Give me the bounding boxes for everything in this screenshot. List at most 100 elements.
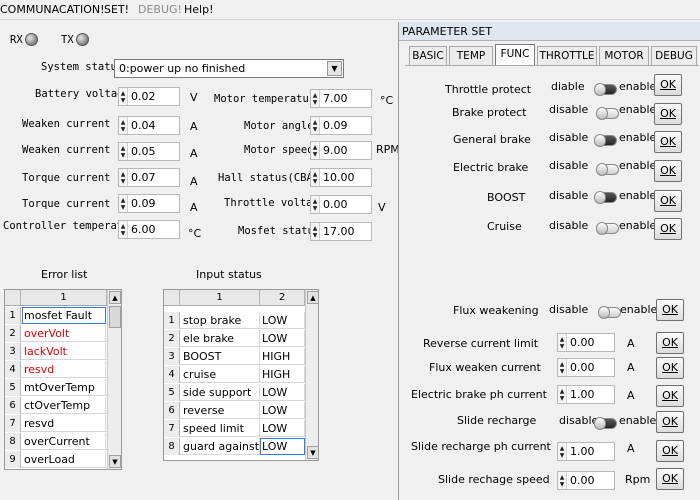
spin-arrows-icon[interactable]: ▲ ▼ xyxy=(311,196,320,213)
slide-recharge-toggle[interactable] xyxy=(594,417,617,430)
spin-arrows-icon[interactable]: ▲ ▼ xyxy=(558,334,567,351)
error-list-scrollbar[interactable]: ▲ ▼ xyxy=(107,290,121,469)
table-row[interactable]: 6 reverse LOW xyxy=(164,402,305,419)
electric-brake-toggle[interactable] xyxy=(596,163,619,176)
table-row[interactable]: 4 resvd xyxy=(5,361,107,378)
reverse-current-limit-field[interactable]: ▲ ▼ 0.00 xyxy=(557,333,615,352)
slide-recharge-ok-button[interactable]: OK xyxy=(656,411,684,433)
boost-ok-button[interactable]: OK xyxy=(654,190,682,212)
weaken-current-fdk-field[interactable]: ▲ ▼ 0.05 xyxy=(118,142,180,161)
input-name-cell[interactable]: guard against xyxy=(181,438,260,455)
input-name-cell[interactable]: ele brake xyxy=(181,330,260,347)
spin-arrows-icon[interactable]: ▲ ▼ xyxy=(119,88,128,105)
table-row[interactable]: 2 ele brake LOW xyxy=(164,330,305,347)
slide-recharge-ph-current-ok-button[interactable]: OK xyxy=(656,440,684,462)
table-row[interactable]: 5 side support LOW xyxy=(164,384,305,401)
spin-arrows-icon[interactable]: ▲ ▼ xyxy=(119,143,128,160)
table-row[interactable]: 5 mtOverTemp xyxy=(5,379,107,396)
electric-brake-ph-current-ok-button[interactable]: OK xyxy=(656,385,684,407)
menu-help[interactable]: Help! xyxy=(184,3,214,16)
spin-arrows-icon[interactable]: ▲ ▼ xyxy=(558,386,567,403)
scroll-up-icon[interactable]: ▲ xyxy=(307,291,318,304)
table-row[interactable]: 9 overLoad xyxy=(5,451,107,468)
spin-arrows-icon[interactable]: ▲ ▼ xyxy=(311,223,320,240)
error-cell[interactable]: overVolt xyxy=(22,325,106,342)
spin-arrows-icon[interactable]: ▲ ▼ xyxy=(558,443,567,460)
input-state-cell[interactable]: LOW xyxy=(260,402,305,419)
spin-arrows-icon[interactable]: ▲ ▼ xyxy=(119,169,128,186)
menu-communication[interactable]: COMMUNACATION! xyxy=(0,3,105,16)
table-row[interactable]: 7 resvd xyxy=(5,415,107,432)
system-status-select[interactable]: 0:power up no finished ▼ xyxy=(114,59,344,78)
tab-throttle[interactable]: THROTTLE xyxy=(537,46,597,65)
brake-protect-ok-button[interactable]: OK xyxy=(654,103,682,125)
throttle-protect-ok-button[interactable]: OK xyxy=(654,74,682,96)
spin-arrows-icon[interactable]: ▲ ▼ xyxy=(119,195,128,212)
table-row[interactable]: 3 BOOST HIGH xyxy=(164,348,305,365)
slide-recharge-ph-current-field[interactable]: ▲ ▼ 1.00 xyxy=(557,442,615,461)
motor-temperature-field[interactable]: ▲ ▼ 7.00 xyxy=(310,89,372,108)
reverse-current-limit-ok-button[interactable]: OK xyxy=(656,332,684,354)
scroll-down-icon[interactable]: ▼ xyxy=(307,446,318,459)
throttle-voltage-field[interactable]: ▲ ▼ 0.00 xyxy=(310,195,372,214)
error-cell[interactable]: lackVolt xyxy=(22,343,106,360)
table-row[interactable]: 1 stop brake LOW xyxy=(164,312,305,329)
input-state-cell[interactable]: LOW xyxy=(260,384,305,401)
flux-weakening-ok-button[interactable]: OK xyxy=(656,299,684,321)
input-name-cell[interactable]: BOOST xyxy=(181,348,260,365)
spin-arrows-icon[interactable]: ▲ ▼ xyxy=(119,117,128,134)
error-cell[interactable]: resvd xyxy=(22,415,106,432)
table-row[interactable]: 8 overCurrent xyxy=(5,433,107,450)
tab-func[interactable]: FUNC xyxy=(495,44,535,65)
input-state-cell[interactable]: LOW xyxy=(260,312,305,329)
input-state-cell[interactable]: LOW xyxy=(260,330,305,347)
error-cell[interactable]: overLoad xyxy=(22,451,106,468)
scroll-down-icon[interactable]: ▼ xyxy=(109,455,121,468)
input-name-cell[interactable]: stop brake xyxy=(181,312,260,329)
controller-temperature-field[interactable]: ▲ ▼ 6.00 xyxy=(118,220,180,239)
spin-arrows-icon[interactable]: ▲ ▼ xyxy=(558,359,567,376)
battery-voltage-field[interactable]: ▲ ▼ 0.02 xyxy=(118,87,180,106)
input-name-cell[interactable]: speed limit xyxy=(181,420,260,437)
spin-arrows-icon[interactable]: ▲ ▼ xyxy=(311,117,320,134)
tab-temp[interactable]: TEMP xyxy=(449,46,493,65)
flux-weakening-toggle[interactable] xyxy=(598,306,621,319)
hall-status-field[interactable]: ▲ ▼ 10.00 xyxy=(310,168,372,187)
menu-set[interactable]: SET! xyxy=(104,3,129,16)
motor-angle-field[interactable]: ▲ ▼ 0.09 xyxy=(310,116,372,135)
spin-arrows-icon[interactable]: ▲ ▼ xyxy=(311,169,320,186)
scroll-up-icon[interactable]: ▲ xyxy=(109,291,121,304)
torque-current-cmd-field[interactable]: ▲ ▼ 0.07 xyxy=(118,168,180,187)
table-row[interactable]: 2 overVolt xyxy=(5,325,107,342)
mosfet-status-field[interactable]: ▲ ▼ 17.00 xyxy=(310,222,372,241)
error-cell[interactable]: overCurrent xyxy=(22,433,106,450)
input-state-cell[interactable]: HIGH xyxy=(260,366,305,383)
motor-speed-field[interactable]: ▲ ▼ 9.00 xyxy=(310,141,372,160)
slide-recharge-speed-field[interactable]: ▲ ▼ 0.00 xyxy=(557,471,615,490)
weaken-current-cmd-field[interactable]: ▲ ▼ 0.04 xyxy=(118,116,180,135)
input-state-cell[interactable]: HIGH xyxy=(260,348,305,365)
slide-recharge-speed-ok-button[interactable]: OK xyxy=(656,468,684,490)
general-brake-ok-button[interactable]: OK xyxy=(654,131,682,153)
spin-arrows-icon[interactable]: ▲ ▼ xyxy=(311,90,320,107)
table-row[interactable]: 4 cruise HIGH xyxy=(164,366,305,383)
input-name-cell[interactable]: side support xyxy=(181,384,260,401)
boost-toggle[interactable] xyxy=(594,191,617,204)
cruise-toggle[interactable] xyxy=(596,222,619,235)
table-row[interactable]: 6 ctOverTemp xyxy=(5,397,107,414)
brake-protect-toggle[interactable] xyxy=(596,107,619,120)
throttle-protect-toggle[interactable] xyxy=(594,83,617,96)
table-row[interactable]: 1 mosfet Fault xyxy=(5,307,107,324)
error-cell[interactable]: resvd xyxy=(22,361,106,378)
input-status-scrollbar[interactable]: ▲ ▼ xyxy=(305,290,318,460)
table-row[interactable]: 8 guard against LOW xyxy=(164,438,305,455)
tab-motor[interactable]: MOTOR xyxy=(599,46,649,65)
electric-brake-ph-current-field[interactable]: ▲ ▼ 1.00 xyxy=(557,385,615,404)
table-row[interactable]: 7 speed limit LOW xyxy=(164,420,305,437)
torque-current-fbk-field[interactable]: ▲ ▼ 0.09 xyxy=(118,194,180,213)
menu-debug[interactable]: DEBUG! xyxy=(138,3,182,16)
spin-arrows-icon[interactable]: ▲ ▼ xyxy=(119,221,128,238)
flux-weaken-current-field[interactable]: ▲ ▼ 0.00 xyxy=(557,358,615,377)
flux-weaken-current-ok-button[interactable]: OK xyxy=(656,357,684,379)
error-cell[interactable]: ctOverTemp xyxy=(22,397,106,414)
